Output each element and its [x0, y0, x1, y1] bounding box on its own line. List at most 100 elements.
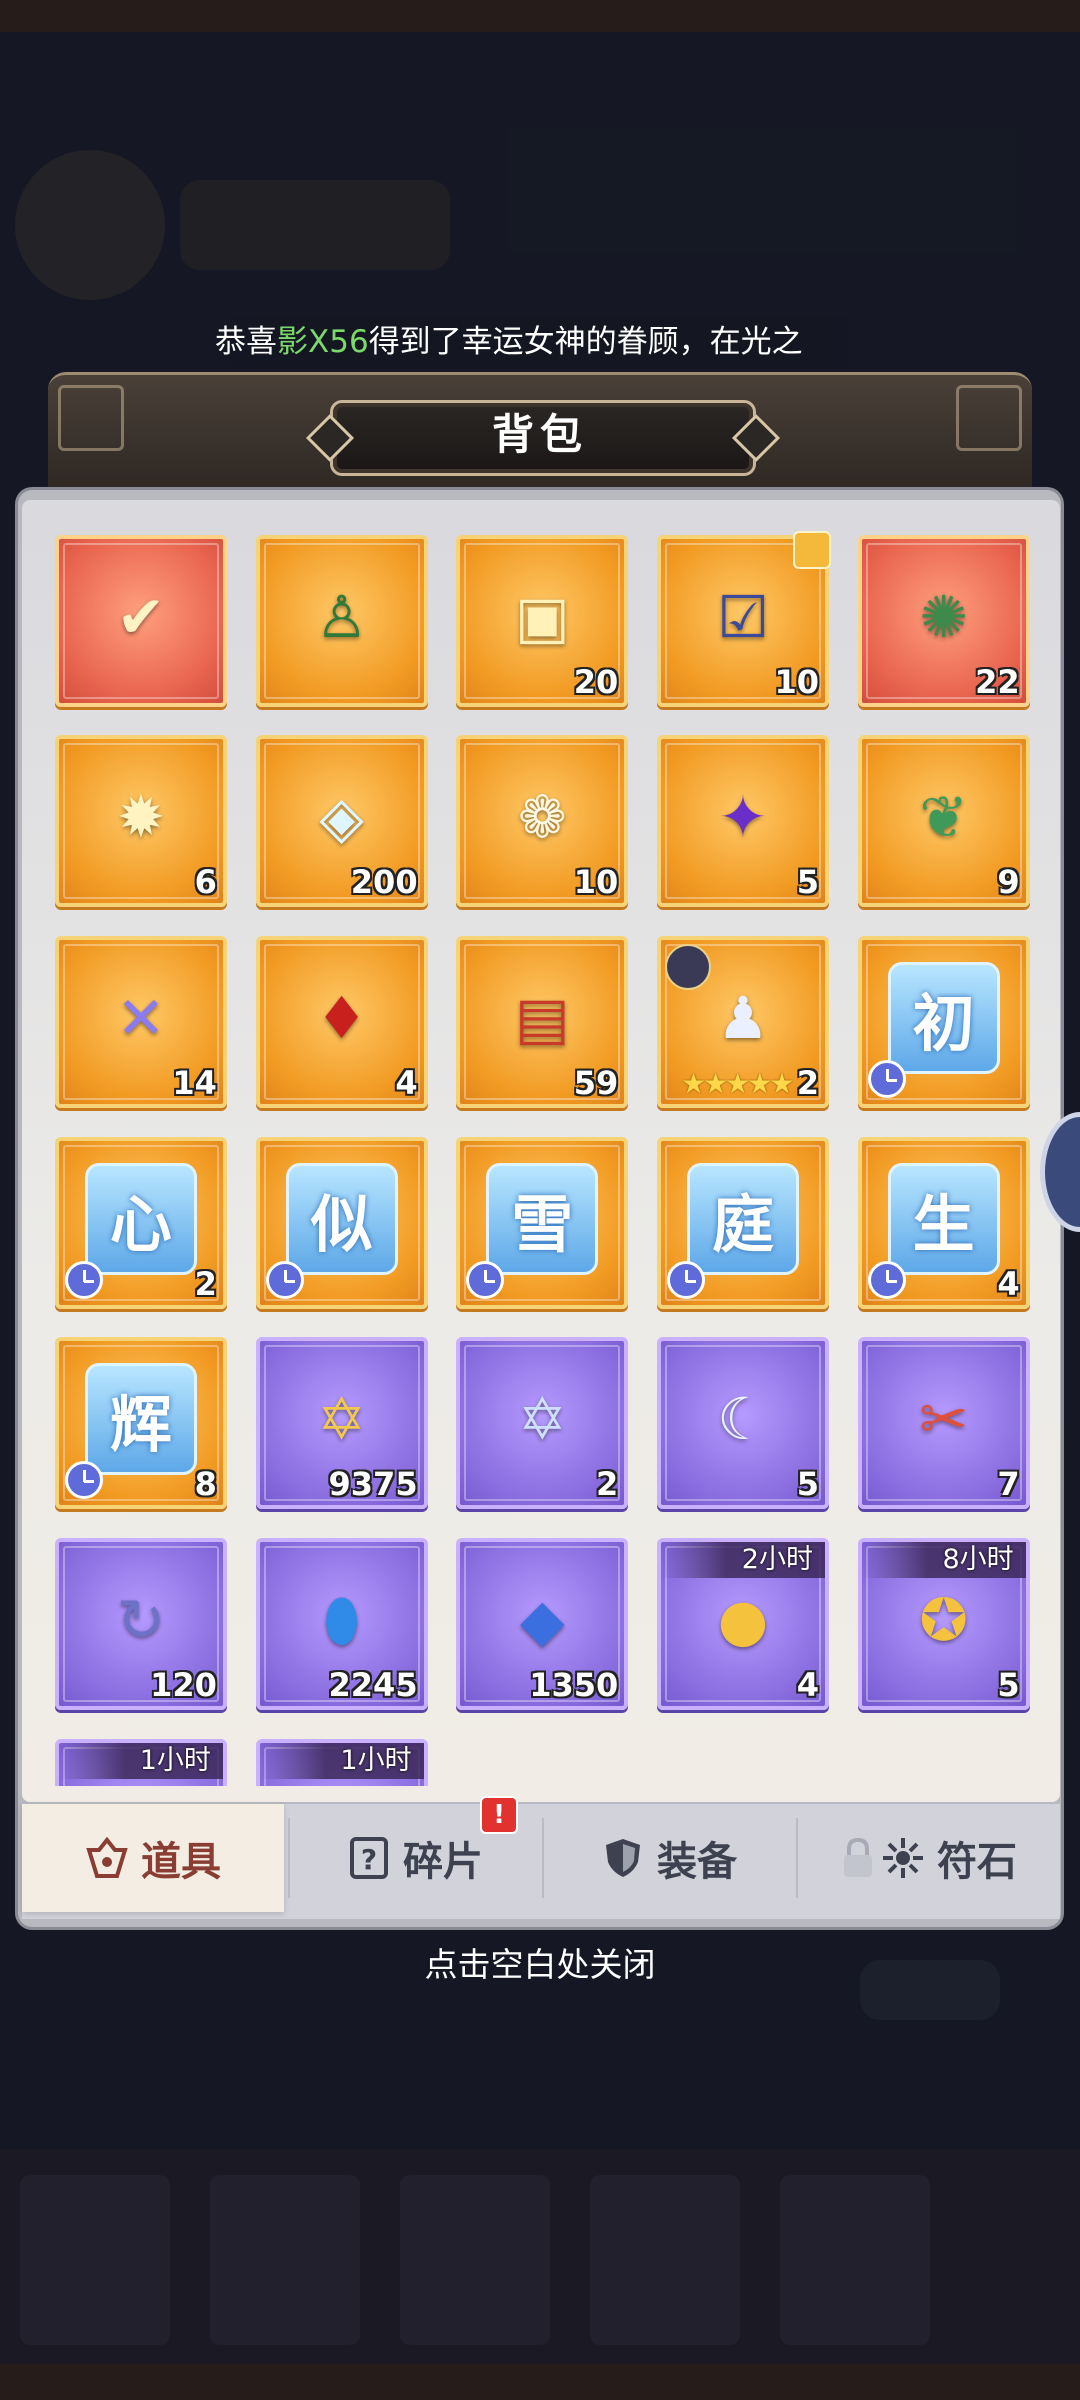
marquee-message: 得到了幸运女神的眷顾，在光之: [368, 324, 803, 360]
backpack-content: ✔ ♙ ▣ 20 ☑ 10 ✺ 22 ✹ 6 ◈ 200 ❁ 10 ✦ 5 ❦ 9 ✕ 14 ♦ 4 ▤ 59 ♟ ★★★★★ 2 初…: [22, 500, 1060, 1802]
page-title: 背包: [491, 410, 588, 459]
inventory-item-slot[interactable]: ☾ 5: [656, 1337, 829, 1510]
item-quantity: 20: [573, 662, 619, 701]
inventory-item-slot[interactable]: ⬮ 2245: [255, 1538, 428, 1711]
coin-bag-icon: ✪: [919, 1586, 968, 1655]
clock-icon: [64, 1260, 103, 1299]
clock-icon: [867, 1260, 906, 1299]
item-quantity: 6: [194, 863, 217, 902]
close-hint: 点击空白处关闭: [424, 1945, 656, 1984]
item-grid[interactable]: ✔ ♙ ▣ 20 ☑ 10 ✺ 22 ✹ 6 ◈ 200 ❁ 10 ✦ 5 ❦ 9 ✕ 14 ♦ 4 ▤ 59 ♟ ★★★★★ 2 初…: [22, 500, 1060, 1786]
clock-icon: [666, 1260, 705, 1299]
inventory-item-slot[interactable]: 生4: [857, 1136, 1030, 1309]
inventory-item-slot[interactable]: ↻ 120: [54, 1538, 227, 1711]
star-rating: ★★★★★: [680, 1066, 795, 1100]
hexagram-book-icon: ✡: [517, 1385, 567, 1454]
inventory-item-slot[interactable]: ❦ 9: [857, 735, 1030, 908]
crossed-crystals-icon: ✕: [116, 983, 166, 1052]
clock-icon: [867, 1059, 906, 1098]
green-cabbage-icon: ❦: [919, 783, 968, 852]
rune-tile-icon: 雪: [486, 1162, 599, 1275]
inventory-item-slot[interactable]: ◈ 200: [255, 735, 428, 908]
item-quantity: 2: [796, 1063, 819, 1102]
rune-tile-icon: 辉: [84, 1363, 197, 1476]
rune-tile-icon: 生: [887, 1162, 1000, 1275]
item-quantity: 4: [796, 1666, 819, 1705]
inventory-item-slot[interactable]: ✂ 7: [857, 1337, 1030, 1510]
emblem-badge-icon: ✺: [919, 582, 968, 651]
gold-coins-icon: ●: [717, 1586, 769, 1655]
item-quantity: 120: [150, 1666, 217, 1705]
inventory-item-slot[interactable]: ✪ 8小时 5: [857, 1538, 1030, 1711]
inventory-item-slot[interactable]: ♦ 4: [255, 935, 428, 1108]
inventory-item-slot[interactable]: 庭: [656, 1136, 829, 1309]
item-quantity: 14: [172, 1063, 217, 1102]
item-quantity: 200: [350, 863, 418, 902]
announcement-marquee: 恭喜影X56得到了幸运女神的眷顾，在光之: [205, 316, 875, 368]
item-quantity: 10: [774, 662, 819, 701]
inventory-item-slot[interactable]: ✔: [54, 534, 227, 707]
class-emblem-icon: [664, 943, 711, 990]
inventory-item-slot[interactable]: ✺ 22: [857, 534, 1030, 707]
inventory-item-slot[interactable]: 初: [857, 935, 1030, 1108]
item-quantity: 10: [573, 863, 619, 902]
inventory-item-slot[interactable]: ♙: [255, 534, 428, 707]
header-corner-ornament: [956, 385, 1022, 451]
inventory-item-slot[interactable]: 似: [255, 1136, 428, 1309]
item-quantity: 4: [395, 1063, 418, 1102]
inventory-item-slot[interactable]: ✕ 14: [54, 935, 227, 1108]
tab-fragments-label: 碎片: [403, 1839, 483, 1885]
clock-icon: [466, 1260, 505, 1299]
purple-planet-orb-icon: ✦: [718, 783, 768, 852]
tab-equipment-label: 装备: [657, 1839, 737, 1885]
item-quantity: 59: [573, 1063, 619, 1102]
inventory-item-slot[interactable]: ♟ ★★★★★ 2: [656, 935, 829, 1108]
inventory-item-slot[interactable]: ❁ 10: [456, 735, 629, 908]
item-quantity: 2: [596, 1465, 619, 1504]
inventory-item-slot[interactable]: 1小时: [255, 1738, 428, 1786]
item-quantity: 2245: [328, 1666, 418, 1705]
svg-text:?: ?: [361, 1843, 377, 1876]
inventory-item-slot[interactable]: ◆ 1350: [456, 1538, 629, 1711]
item-quantity: 9375: [328, 1465, 418, 1504]
golden-chest-icon: ▣: [514, 582, 570, 651]
inventory-item-slot[interactable]: ✦ 5: [656, 735, 829, 908]
treasure-chest-check-icon: ✔: [116, 582, 166, 651]
refresh-scroll-icon: ↻: [116, 1586, 166, 1655]
inventory-item-slot[interactable]: 1小时: [54, 1738, 227, 1786]
red-gem-crown-icon: ♦: [315, 983, 368, 1052]
lock-icon: [841, 1836, 875, 1880]
inventory-item-slot[interactable]: ▣ 20: [456, 534, 629, 707]
marquee-player-name: 影X56: [277, 324, 369, 360]
blue-crystal-icon: ◆: [519, 1586, 565, 1655]
tab-equipment[interactable]: 装备: [544, 1804, 794, 1912]
item-quantity: 5: [997, 1666, 1020, 1705]
item-bag-icon: [85, 1836, 129, 1880]
canned-food-icon: ▤: [514, 983, 570, 1052]
tab-fragments[interactable]: ? 碎片 !: [290, 1796, 540, 1912]
shield-icon: [601, 1836, 645, 1880]
rune-tile-icon: 心: [84, 1162, 197, 1275]
item-quantity: 7: [997, 1465, 1020, 1504]
item-quantity: 5: [796, 1465, 819, 1504]
inventory-item-slot[interactable]: 心2: [54, 1136, 227, 1309]
inventory-item-slot[interactable]: ☑ 10: [656, 530, 831, 707]
inventory-item-slot[interactable]: ✹ 6: [54, 735, 227, 908]
fragments-alert-badge: !: [480, 1796, 518, 1834]
hero-card-icon: ♙: [315, 582, 368, 651]
time-limit-tag: 1小时: [259, 1742, 424, 1779]
rune-tile-icon: 似: [285, 1162, 398, 1275]
inventory-item-slot[interactable]: ● 2小时 4: [656, 1538, 829, 1711]
inventory-item-slot[interactable]: 雪: [456, 1136, 629, 1309]
tab-items[interactable]: 道具: [22, 1804, 284, 1912]
inventory-item-slot[interactable]: 辉8: [54, 1337, 227, 1510]
crescent-moon-icon: ☾: [716, 1385, 769, 1454]
item-quantity: 8: [194, 1465, 217, 1504]
rune-star-icon: [881, 1836, 925, 1880]
tab-runestones[interactable]: 符石: [798, 1804, 1060, 1912]
inventory-item-slot[interactable]: ✡ 9375: [255, 1337, 428, 1510]
gold-ticket-icon: ✹: [116, 783, 166, 852]
rune-tile-icon: 初: [887, 961, 1000, 1074]
inventory-item-slot[interactable]: ▤ 59: [456, 935, 629, 1108]
inventory-item-slot[interactable]: ✡ 2: [456, 1337, 629, 1510]
